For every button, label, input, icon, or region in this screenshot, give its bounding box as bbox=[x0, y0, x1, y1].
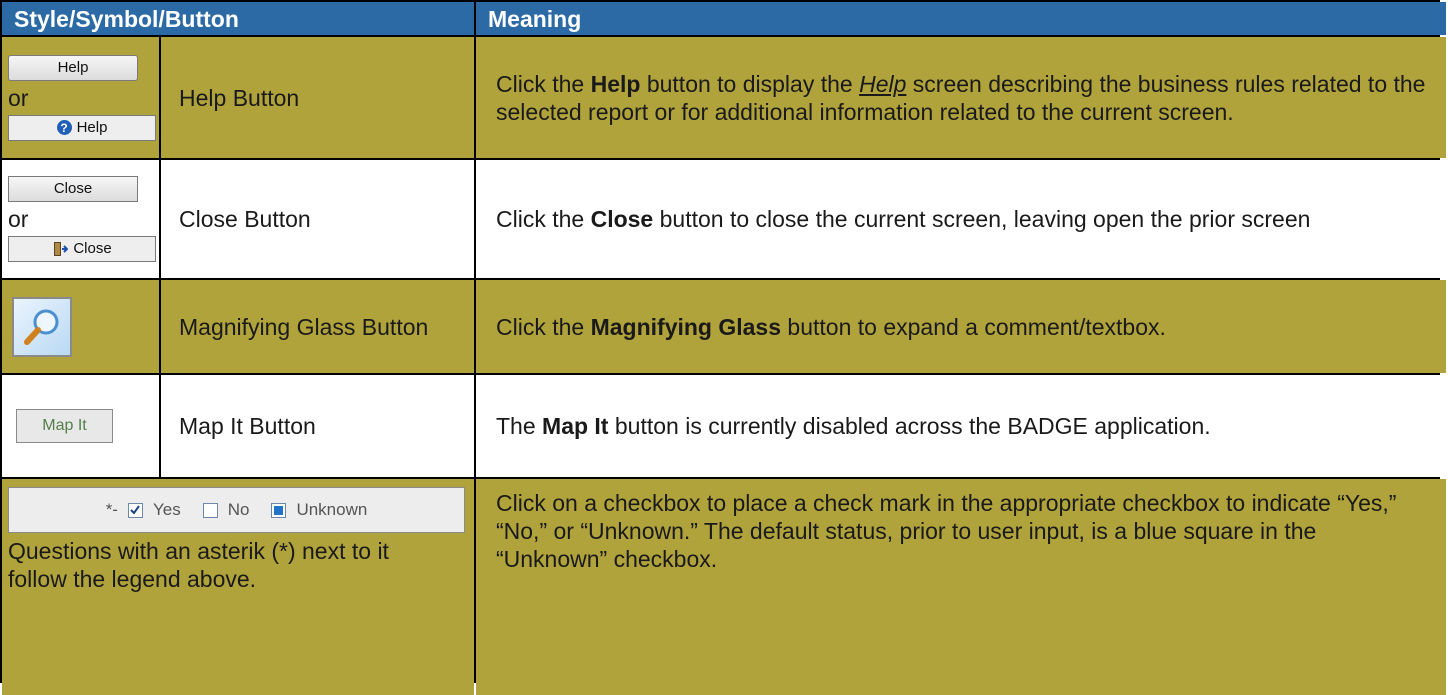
help-button-label: Help bbox=[57, 58, 89, 76]
yes-checkbox[interactable] bbox=[127, 502, 143, 518]
header-style-symbol-button: Style/Symbol/Button bbox=[2, 2, 474, 35]
close-button-sample[interactable]: Close bbox=[8, 176, 138, 202]
check-icon bbox=[130, 505, 141, 515]
meaning-bold: Magnifying Glass bbox=[590, 313, 782, 340]
meaning-text: button to display the bbox=[640, 70, 860, 97]
meaning-bold: Map It bbox=[542, 413, 609, 439]
help-button-icon-label: Help bbox=[76, 118, 108, 136]
help-button-name: Help Button bbox=[161, 37, 474, 158]
magnifying-glass-icon bbox=[24, 309, 59, 345]
no-checkbox[interactable] bbox=[202, 502, 218, 518]
close-icon-cell: Close or Close bbox=[2, 160, 159, 278]
yes-label: Yes bbox=[152, 500, 181, 519]
magnifying-glass-button-sample[interactable] bbox=[12, 296, 72, 357]
meaning-text: button is currently disabled across the … bbox=[608, 413, 1211, 439]
legend-table: Style/Symbol/Button Meaning Help or ? Hel… bbox=[0, 0, 1446, 695]
meaning-text: Click the bbox=[496, 313, 591, 340]
map-it-icon-cell: Map It bbox=[2, 375, 159, 477]
magnifying-glass-button-meaning: Click the Magnifying Glass button to exp… bbox=[476, 280, 1446, 373]
meaning-bold: Close bbox=[590, 206, 654, 232]
close-button-label: Close bbox=[53, 180, 93, 197]
close-button-name: Close Button bbox=[161, 160, 474, 278]
unknown-label: Unknown bbox=[296, 500, 368, 519]
checkbox-meaning: Click on a checkbox to place a check mar… bbox=[476, 479, 1446, 695]
close-button-icon-sample[interactable]: Close bbox=[8, 236, 156, 262]
checkbox-legend: *- Yes No Unknown bbox=[8, 487, 465, 533]
help-icon-cell: Help or ? Help bbox=[2, 37, 159, 158]
help-link[interactable]: Help bbox=[859, 71, 906, 97]
meaning-text: Click the bbox=[496, 70, 591, 97]
map-it-button-sample[interactable]: Map It bbox=[16, 409, 113, 443]
no-label: No bbox=[227, 500, 250, 519]
meaning-text: button to expand a comment/textbox. bbox=[781, 313, 1166, 340]
map-it-button-meaning: The Map It button is currently disabled … bbox=[476, 375, 1446, 477]
checkbox-legend-cell: *- Yes No Unknown Questions with an aste… bbox=[2, 479, 474, 695]
meaning-text: Click on a checkbox to place a check mar… bbox=[496, 490, 1397, 572]
or-text: or bbox=[8, 84, 29, 111]
magnifier-icon-cell bbox=[2, 280, 159, 373]
meaning-bold: Help bbox=[590, 70, 641, 97]
map-it-button-name: Map It Button bbox=[161, 375, 474, 477]
asterisk-note: Questions with an asterik (*) next to it… bbox=[8, 538, 389, 592]
asterisk-marker: *- bbox=[105, 500, 118, 519]
close-button-icon-label: Close bbox=[73, 240, 112, 257]
help-button-icon-sample[interactable]: ? Help bbox=[8, 114, 156, 141]
question-icon: ? bbox=[56, 120, 72, 135]
meaning-text: The bbox=[496, 413, 543, 439]
or-text: or bbox=[8, 206, 29, 232]
help-button-meaning: Click the Help button to display the Hel… bbox=[476, 37, 1446, 158]
exit-door-icon bbox=[54, 242, 69, 256]
unknown-square-icon bbox=[274, 505, 284, 515]
meaning-text: Click the bbox=[496, 206, 591, 232]
unknown-checkbox[interactable] bbox=[271, 502, 287, 518]
magnifying-glass-button-name: Magnifying Glass Button bbox=[161, 280, 474, 373]
close-button-meaning: Click the Close button to close the curr… bbox=[476, 160, 1446, 278]
help-button-sample[interactable]: Help bbox=[8, 54, 138, 81]
meaning-text: button to close the current screen, leav… bbox=[653, 206, 1311, 232]
header-meaning: Meaning bbox=[476, 2, 1446, 35]
